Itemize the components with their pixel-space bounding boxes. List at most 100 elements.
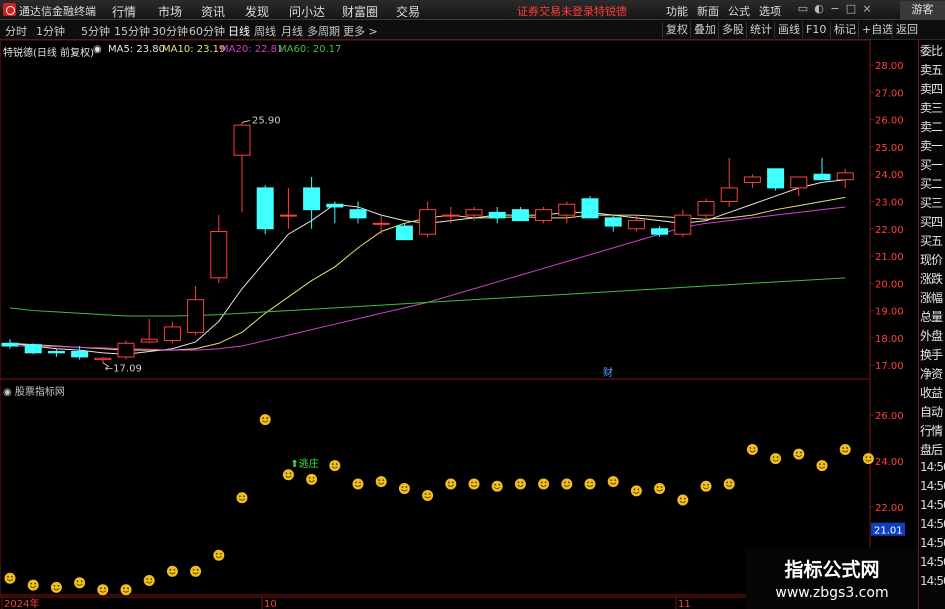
smiley-eye [34,582,37,585]
smiley-eye [219,552,222,555]
smiley-marker [468,478,480,490]
smiley-marker [306,473,318,485]
smiley-marker [445,478,457,490]
candle [743,176,761,183]
smiley-eye [30,582,33,585]
current-value-label: 21.01 [874,526,903,537]
smiley-marker [584,478,596,490]
candle [836,172,854,181]
smiley-marker [166,565,178,577]
smiley-marker [97,584,109,596]
smiley-marker [329,460,341,472]
price-tick-label: 17.00 [875,361,904,372]
smiley-eye [842,447,845,449]
smiley-marker [50,581,62,593]
candle [581,198,599,219]
smiley-marker [654,483,666,495]
smiley-eye [196,568,199,571]
smiley-marker [259,414,271,426]
smiley-marker [700,480,712,492]
smiley-eye [312,476,315,479]
candle [419,209,437,235]
smiley-eye [146,578,149,580]
date-tick-label: 11 [678,599,691,609]
smiley-marker [491,480,503,492]
candle [163,326,181,342]
smiley-eye [192,568,195,571]
smiley-eye [544,481,547,484]
smiley-eye [869,456,872,459]
date-tick-label: 10 [264,599,277,609]
smiley-marker [839,443,851,455]
ma60-label: MA60: 20.17 [278,44,342,55]
high-marker-line [241,119,251,123]
candle [767,168,785,189]
smiley-marker [143,575,155,587]
smiley-eye [494,483,497,486]
smiley-eye [447,481,450,484]
smiley-marker [538,478,550,490]
smiley-eye [749,447,752,449]
smiley-marker [422,489,434,501]
candle [140,338,158,343]
smiley-eye [475,481,477,484]
candle [210,230,228,279]
watermark: 指标公式网 www.zbgs3.com [746,548,918,609]
smiley-marker [816,460,828,472]
candle [233,124,251,156]
price-tick-label: 21.00 [875,252,904,263]
smiley-eye [730,481,733,484]
candle [558,203,576,216]
smiley-eye [563,481,566,484]
price-tick-label: 24.00 [875,170,904,181]
price-tick-label: 20.00 [875,279,904,290]
smiley-marker [120,584,132,596]
ma20-label: MA20: 22.81 [220,44,284,55]
smiley-eye [521,481,524,484]
smiley-eye [846,447,849,449]
smiley-eye [591,481,593,484]
smiley-eye [103,587,106,590]
candle [349,209,367,219]
smiley-eye [335,463,338,465]
smiley-marker [677,494,689,506]
price-tick-label: 19.00 [875,307,904,318]
smiley-eye [567,481,570,484]
smiley-marker [770,453,782,465]
smiley-eye [424,493,427,495]
indicator-tick-label: 22.00 [875,503,904,514]
smiley-eye [772,456,775,459]
smiley-marker [74,577,86,589]
smiley-eye [614,479,617,482]
smiley-eye [289,472,292,475]
smiley-eye [215,552,218,555]
low-marker-label: ←17.09 [105,364,142,375]
ma10-label: MA10: 23.19 [162,44,226,55]
chart-dropdown-icon[interactable]: ◉ [93,44,102,55]
price-tick-label: 18.00 [875,334,904,345]
high-marker-label: 25.90 [252,115,281,126]
candle [395,225,413,241]
candle [488,211,506,219]
smiley-eye [308,476,311,479]
price-chart-area[interactable]: 28.00 27.00 26.00 25.00 24.00 23.00 22.00 21.00… [0,0,918,609]
indicator-tick-label: 26.00 [875,411,904,422]
smiley-eye [401,486,404,488]
smiley-eye [707,483,709,486]
smiley-eye [823,463,825,465]
smiley-eye [266,417,269,419]
price-tick-label: 26.00 [875,116,904,127]
smiley-eye [451,481,454,484]
candle [813,173,831,181]
smiley-eye [331,463,334,465]
candle [604,217,622,227]
smiley-eye [753,447,756,449]
candle [326,203,344,208]
smiley-eye [656,486,659,488]
candle [720,187,738,203]
candle [372,222,390,225]
side-item-28: 14:50 [920,574,945,588]
smiley-eye [405,486,408,488]
candle [674,214,692,235]
smiley-eye [799,451,802,454]
